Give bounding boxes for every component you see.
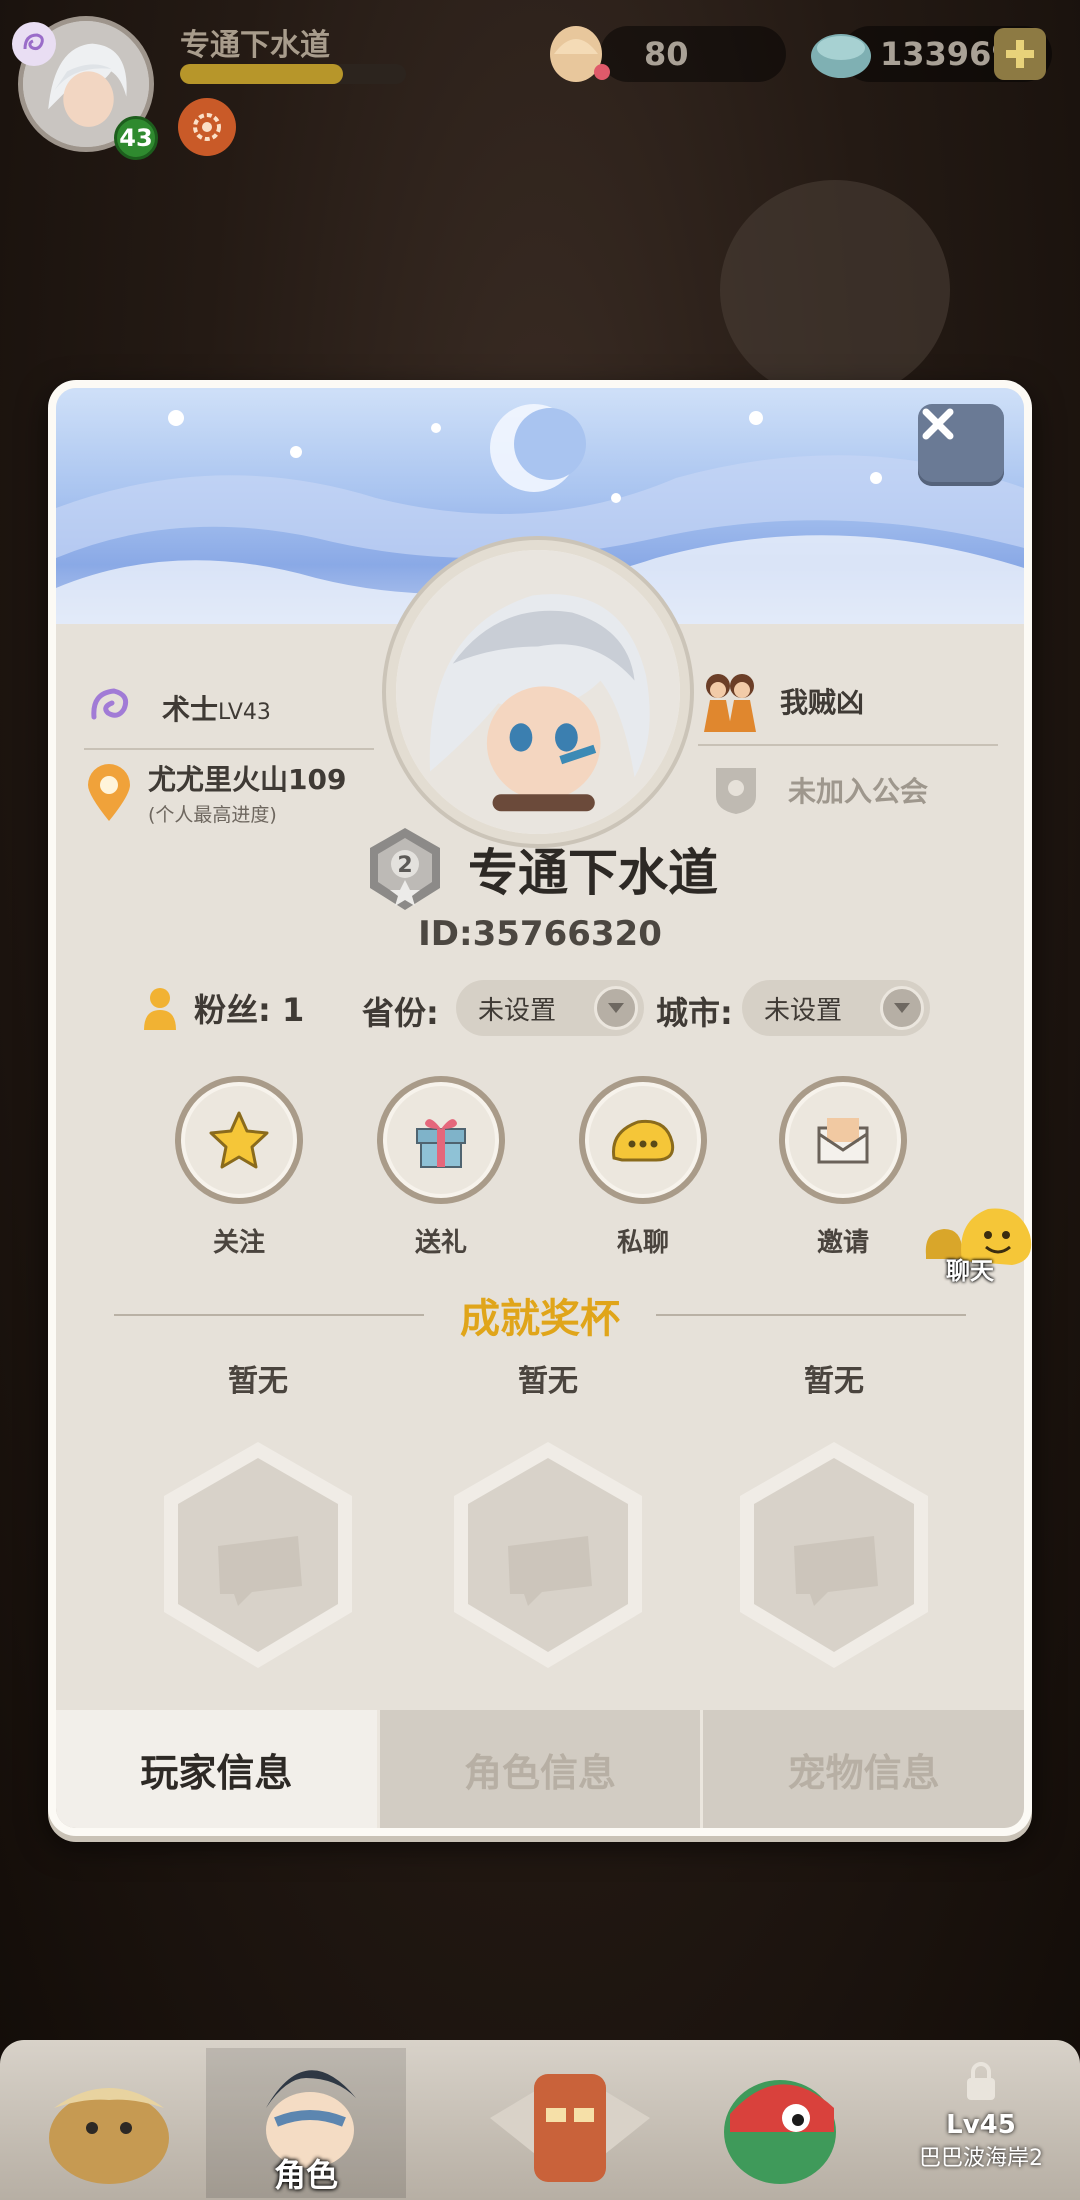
class-name: 术士LV43	[162, 688, 271, 728]
city-select[interactable]: 未设置	[742, 980, 930, 1036]
achievement-title-row: 成就奖杯	[56, 1286, 1024, 1344]
player-profile-dialog: 术士LV43 尤尤里火山109 (个人最高进度) 我贼凶 未加入公会 2 专通下…	[48, 380, 1032, 1836]
tab-player-info[interactable]: 玩家信息	[56, 1710, 377, 1828]
player-name: 专通下水道	[468, 844, 718, 902]
follow-circle	[175, 1076, 303, 1204]
shell-currency: 80	[600, 26, 786, 82]
trophy-slot-3[interactable]: 暂无	[724, 1356, 944, 1676]
xp-bar	[180, 64, 406, 84]
chat-float-button[interactable]: 聊天	[922, 1195, 1042, 1285]
nav-label-character: 角色	[273, 2156, 338, 2194]
fans-count: 粉丝: 1	[140, 984, 304, 1032]
lock-icon	[967, 2062, 995, 2100]
invite-circle	[779, 1076, 907, 1204]
close-button[interactable]	[918, 404, 1004, 486]
locked-map-item[interactable]: Lv45 巴巴波海岸2	[896, 2060, 1066, 2172]
guild-row: 未加入公会	[708, 750, 998, 830]
chevron-down-icon	[594, 986, 638, 1030]
city-label: 城市:	[656, 994, 733, 1032]
portrait-image	[396, 550, 680, 834]
locked-level: Lv45	[946, 2110, 1016, 2140]
xp-bar-fill	[180, 64, 343, 84]
chat-float-label: 聊天	[946, 1257, 994, 1285]
warlock-class-icon	[91, 688, 129, 720]
class-row: 术士LV43	[84, 668, 374, 750]
empty-trophy-hexagon-icon	[164, 1442, 352, 1668]
dino-character-icon	[724, 2080, 836, 2184]
hud-player-name: 专通下水道	[180, 28, 330, 63]
honor-icon[interactable]	[178, 98, 236, 156]
envelope-icon	[817, 1118, 869, 1164]
class-icon	[12, 22, 56, 66]
trophy-slot-2[interactable]: 暂无	[438, 1356, 658, 1676]
background-skull-decoration	[720, 180, 950, 400]
star-icon	[209, 1111, 269, 1169]
player-name-row: 2 专通下水道	[56, 824, 1024, 914]
gift-icon	[416, 1119, 466, 1168]
fan-person-icon	[144, 988, 176, 1030]
locked-map-name: 巴巴波海岸2	[919, 2146, 1043, 2171]
shell-count: 80	[644, 35, 689, 73]
private-chat-label: 私聊	[616, 1228, 669, 1258]
gem-icon	[808, 24, 874, 88]
gift-circle	[377, 1076, 505, 1204]
follow-label: 关注	[212, 1228, 265, 1258]
invite-button[interactable]: 邀请	[778, 1076, 908, 1259]
divider-right	[656, 1314, 966, 1316]
trophy-empty-label: 暂无	[518, 1364, 578, 1399]
location-pin-icon	[88, 763, 130, 821]
map-progress-row: 尤尤里火山109 (个人最高进度)	[84, 758, 384, 827]
province-select[interactable]: 未设置	[456, 980, 644, 1036]
divider-left	[114, 1314, 424, 1316]
trophy-empty-label: 暂无	[804, 1364, 864, 1399]
gift-button[interactable]: 送礼	[376, 1076, 506, 1259]
chevron-down-icon	[880, 986, 924, 1030]
totem-character-icon	[490, 2074, 650, 2182]
city-value: 未设置	[764, 995, 843, 1026]
nav-item-character[interactable]: 角色	[206, 2048, 406, 2198]
province-label: 省份:	[362, 994, 439, 1032]
pet-row: 我贼凶	[698, 658, 998, 746]
add-gems-button[interactable]	[994, 28, 1046, 80]
nav-item-beast[interactable]	[14, 2048, 214, 2198]
pet-couple-icon	[704, 674, 756, 732]
pet-name: 我贼凶	[780, 686, 865, 719]
close-icon	[922, 408, 954, 440]
map-name: 尤尤里火山109	[148, 763, 347, 796]
class-level-text: LV43	[218, 700, 271, 725]
invite-label: 邀请	[816, 1228, 869, 1258]
rank-badge-icon: 2	[370, 828, 440, 910]
achievement-title: 成就奖杯	[460, 1296, 620, 1342]
map-progress-note: (个人最高进度)	[148, 804, 277, 826]
tab-pet-info[interactable]: 宠物信息	[700, 1710, 1024, 1828]
guild-status: 未加入公会	[788, 775, 929, 808]
tab-character-info[interactable]: 角色信息	[376, 1710, 701, 1828]
class-name-text: 术士	[162, 693, 219, 726]
empty-trophy-hexagon-icon	[740, 1442, 928, 1668]
trophy-slot-1[interactable]: 暂无	[148, 1356, 368, 1676]
private-chat-circle	[579, 1076, 707, 1204]
chat-bubble-icon	[612, 1119, 675, 1162]
nav-item-dino[interactable]	[700, 2048, 900, 2198]
fans-label: 粉丝: 1	[194, 991, 305, 1029]
plus-icon	[1006, 40, 1034, 68]
shell-icon	[540, 16, 620, 96]
follow-button[interactable]: 关注	[174, 1076, 304, 1259]
nav-item-totem[interactable]	[470, 2048, 670, 2198]
beast-character-icon	[49, 2088, 169, 2184]
guild-shield-icon	[716, 768, 756, 814]
player-id: ID:35766320	[418, 914, 662, 954]
level-badge: 43	[114, 116, 158, 160]
svg-text:2: 2	[397, 853, 412, 878]
gift-label: 送礼	[414, 1228, 467, 1258]
trophy-empty-label: 暂无	[228, 1364, 288, 1399]
profile-tabs: 玩家信息 角色信息 宠物信息	[56, 1710, 1024, 1828]
player-portrait	[386, 540, 690, 844]
private-chat-button[interactable]: 私聊	[578, 1076, 708, 1259]
social-stats-row: 粉丝: 1 省份: 未设置 城市: 未设置	[56, 980, 1024, 1046]
province-value: 未设置	[478, 995, 557, 1026]
empty-trophy-hexagon-icon	[454, 1442, 642, 1668]
dialog-body: 术士LV43 尤尤里火山109 (个人最高进度) 我贼凶 未加入公会 2 专通下…	[56, 388, 1024, 1828]
